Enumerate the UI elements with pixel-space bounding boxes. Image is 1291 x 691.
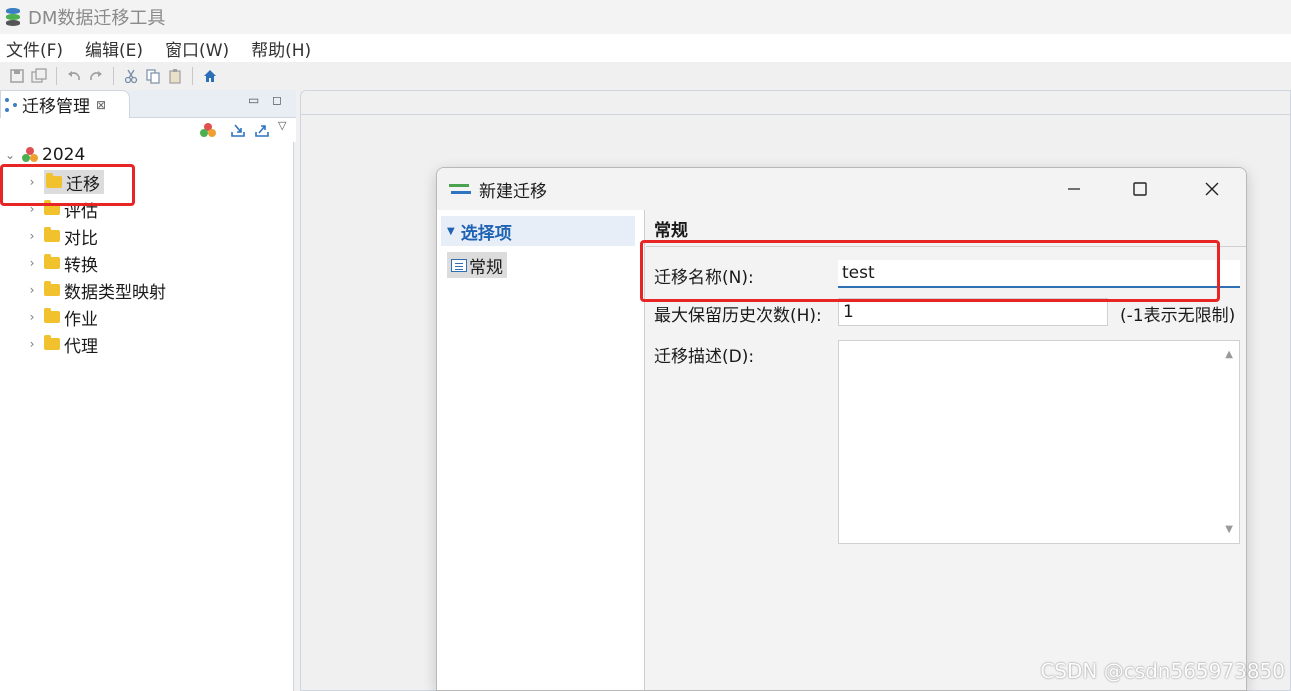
max-history-hint: (-1表示无限制): [1120, 306, 1236, 326]
migration-name-input[interactable]: test: [838, 260, 1240, 288]
menu-window[interactable]: 窗口(W): [165, 36, 229, 61]
paste-icon[interactable]: [166, 67, 184, 85]
chevron-right-icon[interactable]: ›: [26, 202, 38, 216]
folder-icon: [44, 335, 60, 350]
scroll-down-icon[interactable]: ▼: [1225, 524, 1233, 535]
dialog-content-panel: 常规 迁移名称(N): test 最大保留历史次数(H): 1 (-1表示无限制…: [646, 210, 1246, 690]
tree-item-datatype-mapping[interactable]: › 数据类型映射: [26, 278, 166, 303]
redo-icon[interactable]: [87, 67, 105, 85]
scroll-up-icon[interactable]: ▲: [1225, 349, 1233, 360]
save-all-icon[interactable]: [30, 67, 48, 85]
folder-icon: [44, 227, 60, 242]
chevron-down-icon[interactable]: ⌄: [4, 148, 16, 162]
view-tab-bar: 迁移管理 ⊠ ▭ ◻: [0, 90, 296, 118]
tree-item-convert[interactable]: › 转换: [26, 251, 98, 276]
folder-icon: [44, 254, 60, 269]
export-icon[interactable]: [254, 122, 270, 138]
nav-header-label: 选择项: [460, 223, 512, 244]
chevron-right-icon[interactable]: ›: [26, 175, 38, 189]
tree-item-label: 迁移: [66, 174, 100, 195]
tree-item-assessment[interactable]: › 评估: [26, 197, 98, 222]
window-title-bar: DM数据迁移工具: [0, 0, 1291, 34]
import-icon[interactable]: [230, 122, 246, 138]
nav-section-header[interactable]: ▼ 选择项: [441, 216, 635, 246]
max-history-value: 1: [843, 302, 854, 322]
tab-migration-management[interactable]: 迁移管理 ⊠: [0, 90, 130, 118]
menu-file[interactable]: 文件(F): [6, 36, 63, 61]
toolbar-separator: [192, 67, 193, 85]
main-toolbar: [0, 62, 1291, 90]
undo-icon[interactable]: [65, 67, 83, 85]
tree-item-label: 转换: [64, 255, 98, 276]
migration-desc-textarea[interactable]: ▲ ▼: [838, 340, 1240, 544]
tree-item-label: 数据类型映射: [64, 282, 166, 303]
tree-item-compare[interactable]: › 对比: [26, 224, 98, 249]
chevron-right-icon[interactable]: ›: [26, 229, 38, 243]
home-icon[interactable]: [201, 67, 219, 85]
dialog-nav-panel: ▼ 选择项 常规: [437, 210, 645, 690]
chevron-right-icon[interactable]: ›: [26, 310, 38, 324]
nav-item-label: 常规: [469, 257, 503, 278]
new-migration-dialog: 新建迁移 ▼ 选择项 常规 常规 迁移名称(N): test 最大保留历史次数(…: [436, 167, 1247, 691]
tree-item-label: 评估: [64, 201, 98, 222]
folder-icon: [44, 281, 60, 296]
window-title: DM数据迁移工具: [28, 8, 166, 29]
migration-view-icon: [5, 97, 19, 112]
migration-name-value: test: [842, 263, 875, 283]
new-project-icon[interactable]: [200, 122, 216, 138]
migration-desc-label: 迁移描述(D):: [654, 347, 755, 367]
view-tab-label: 迁移管理: [22, 97, 90, 117]
triangle-down-icon: ▼: [447, 225, 455, 237]
tree-item-label: 对比: [64, 228, 98, 249]
tree-node-project[interactable]: ⌄ 2024: [4, 143, 85, 167]
chevron-right-icon[interactable]: ›: [26, 256, 38, 270]
form-list-icon: [451, 258, 467, 272]
section-divider: [646, 246, 1246, 247]
dialog-title: 新建迁移: [479, 181, 547, 202]
maximize-icon[interactable]: [1125, 176, 1155, 202]
dm-app-icon: [4, 7, 22, 27]
close-icon[interactable]: [1197, 176, 1227, 202]
section-title: 常规: [654, 221, 688, 241]
project-icon: [22, 147, 38, 163]
dialog-title-bar: 新建迁移: [437, 168, 1246, 210]
max-history-input[interactable]: 1: [838, 298, 1108, 326]
tree-node-label: 2024: [42, 145, 86, 165]
toolbar-separator: [56, 67, 57, 85]
view-menu-chevron-icon[interactable]: ▽: [278, 119, 286, 132]
migration-arrows-icon: [449, 181, 471, 197]
menu-edit[interactable]: 编辑(E): [85, 36, 143, 61]
cut-icon[interactable]: [122, 67, 140, 85]
tree-item-jobs[interactable]: › 作业: [26, 305, 98, 330]
chevron-right-icon[interactable]: ›: [26, 337, 38, 351]
minimize-view-icon[interactable]: ▭: [248, 93, 259, 107]
toolbar-separator: [113, 67, 114, 85]
tree-item-agent[interactable]: › 代理: [26, 332, 98, 357]
view-toolbar: ▽: [0, 118, 296, 142]
selected-highlight: 迁移: [44, 170, 104, 195]
save-icon[interactable]: [8, 67, 26, 85]
chevron-right-icon[interactable]: ›: [26, 283, 38, 297]
tree-item-label: 作业: [64, 309, 98, 330]
max-history-label: 最大保留历史次数(H):: [654, 306, 822, 326]
menu-help[interactable]: 帮助(H): [251, 36, 311, 61]
maximize-view-icon[interactable]: ◻: [272, 93, 282, 107]
migration-tree: ⌄ 2024 › 迁移 › 评估 › 对比 › 转换 › 数据类型映射 › 作业: [0, 142, 294, 691]
editor-tab-strip: [300, 90, 1291, 115]
folder-icon: [44, 200, 60, 215]
tree-item-migration[interactable]: › 迁移: [26, 170, 104, 195]
copy-icon[interactable]: [144, 67, 162, 85]
folder-icon: [44, 308, 60, 323]
watermark-text: CSDN @csdn565973850: [1040, 659, 1285, 683]
migration-name-label: 迁移名称(N):: [654, 268, 754, 288]
tree-item-label: 代理: [64, 336, 98, 357]
menu-bar: 文件(F) 编辑(E) 窗口(W) 帮助(H): [0, 34, 1291, 62]
folder-icon: [46, 173, 62, 188]
minimize-icon[interactable]: [1059, 176, 1089, 202]
nav-item-general[interactable]: 常规: [447, 252, 507, 278]
close-icon[interactable]: ⊠: [96, 98, 106, 112]
